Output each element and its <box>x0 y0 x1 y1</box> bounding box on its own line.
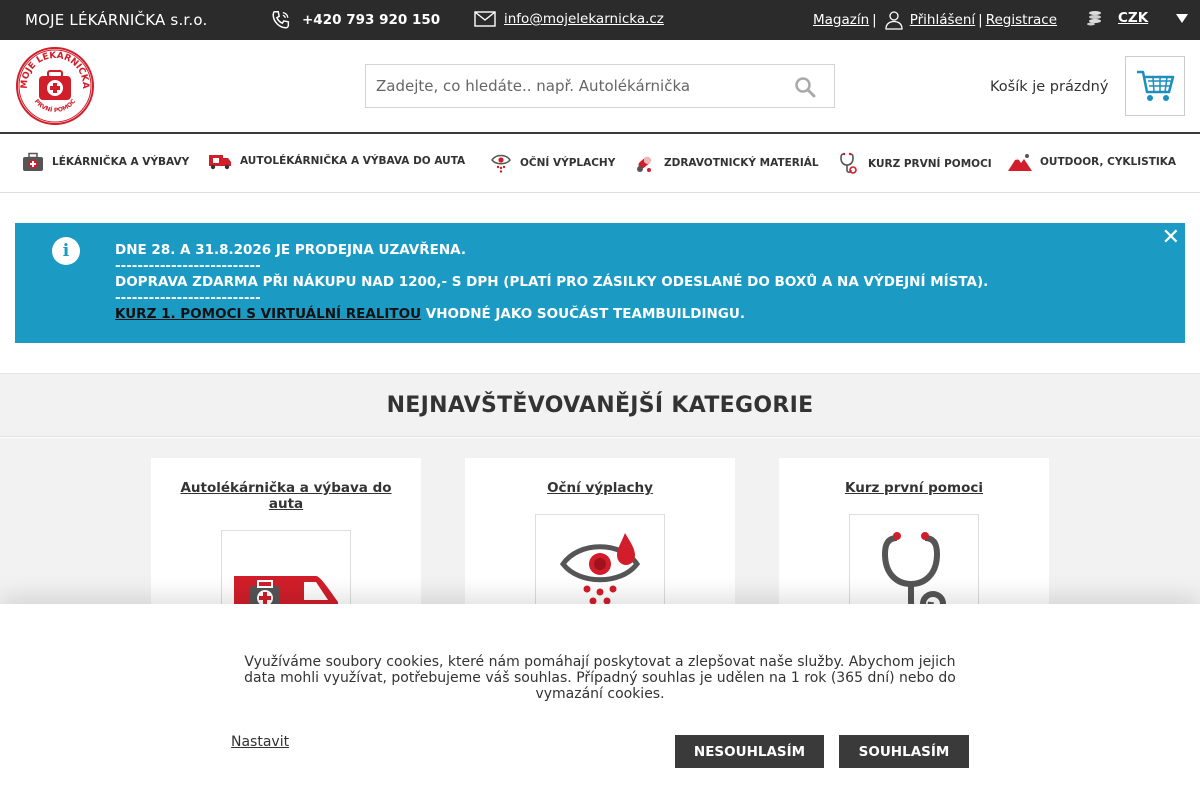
search-box <box>365 64 835 108</box>
company-name: MOJE LÉKÁRNIČKA s.r.o. <box>25 11 208 29</box>
nav-label: Outdoor, cyklistika <box>1040 156 1177 168</box>
eye-wash-icon <box>491 154 511 173</box>
banner-divider: -------------------------- <box>115 290 261 306</box>
nav-item-eye-wash[interactable]: Oční výplachy <box>490 152 615 174</box>
category-title[interactable]: Kurz první pomoci <box>804 480 1024 496</box>
chevron-down-icon <box>1176 13 1189 23</box>
nav-label: Oční výplachy <box>520 157 616 169</box>
category-card[interactable]: Kurz první pomoci <box>779 458 1049 644</box>
banner-line-rest: VHODNÉ JAKO SOUČÁST TEAMBUILDINGU. <box>421 306 745 322</box>
separator: | <box>978 12 983 28</box>
magazine-link[interactable]: Magazín <box>813 12 869 28</box>
disagree-button[interactable]: NESOUHLASÍM <box>675 735 824 768</box>
banner-line: DOPRAVA ZDARMA PŘI NÁKUPU NAD 1200,- S D… <box>115 274 989 290</box>
banner-line: DNE 28. A 31.8.2026 JE PRODEJNA UZAVŘENA… <box>115 242 466 258</box>
stethoscope-icon <box>840 152 857 174</box>
shopping-cart-icon <box>1137 70 1175 101</box>
nav-item-first-aid-course[interactable]: Kurz první pomoci <box>838 152 992 176</box>
search-icon[interactable] <box>794 76 816 98</box>
cookie-consent-bar: Využíváme soubory cookies, které nám pom… <box>0 604 1200 800</box>
info-icon: i <box>52 237 80 265</box>
coins-icon <box>1087 11 1101 26</box>
category-title[interactable]: Autolékárnička a výbava do auta <box>176 480 396 512</box>
first-aid-kit-icon <box>23 152 43 171</box>
currency-selector[interactable]: CZK <box>1086 10 1189 26</box>
nav-item-medical-supplies[interactable]: Zdravotnický materiál <box>634 152 819 174</box>
register-link[interactable]: Registrace <box>986 12 1057 28</box>
close-icon[interactable]: ✕ <box>1162 225 1180 250</box>
nav-label: Kurz první pomoci <box>868 158 992 170</box>
currency-value: CZK <box>1118 10 1149 26</box>
main-navigation: Lékárnička a výbavy Autolékárnička a výb… <box>0 135 1200 193</box>
category-card[interactable]: Oční výplachy <box>465 458 735 644</box>
phone-contact[interactable]: +420 793 920 150 <box>270 9 440 31</box>
agree-button[interactable]: SOUHLASÍM <box>839 735 969 768</box>
nav-item-outdoor[interactable]: Outdoor, cyklistika <box>1008 152 1176 172</box>
envelope-icon <box>474 11 496 27</box>
pills-icon <box>637 156 651 172</box>
user-links: Magazín | Přihlášení | Registrace <box>813 10 1057 30</box>
category-card[interactable]: Autolékárnička a výbava do auta <box>151 458 421 660</box>
banner-text: DNE 28. A 31.8.2026 JE PRODEJNA UZAVŘENA… <box>115 242 988 322</box>
nav-label: Zdravotnický materiál <box>664 157 819 169</box>
email-contact[interactable]: info@mojelekarnicka.cz <box>474 11 664 27</box>
search-input[interactable] <box>366 65 766 107</box>
nav-label: Lékárnička a výbavy <box>52 156 190 168</box>
phone-number: +420 793 920 150 <box>302 12 441 28</box>
site-logo[interactable]: MOJE LÉKÁRNIČKA PRVNÍ POMOC <box>15 46 95 126</box>
mountain-icon <box>1008 154 1032 171</box>
nav-item-first-aid-kits[interactable]: Lékárnička a výbavy <box>22 152 189 172</box>
nav-label: Autolékárnička a výbava do auta <box>240 155 466 167</box>
user-icon <box>885 11 903 30</box>
info-banner: i ✕ DNE 28. A 31.8.2026 JE PRODEJNA UZAV… <box>15 223 1185 343</box>
cookie-settings-link[interactable]: Nastavit <box>231 734 289 750</box>
section-title: NEJNAVŠTĚVOVANĚJŠÍ KATEGORIE <box>386 393 814 418</box>
phone-icon <box>272 11 290 29</box>
nav-item-car-kits[interactable]: Autolékárnička a výbava do auta <box>208 152 465 170</box>
course-link[interactable]: KURZ 1. POMOCI S VIRTUÁLNÍ REALITOU <box>115 306 421 322</box>
banner-divider: -------------------------- <box>115 258 261 274</box>
cart-button[interactable] <box>1125 56 1185 116</box>
site-header: MOJE LÉKÁRNIČKA PRVNÍ POMOC Košík je prá… <box>0 40 1200 134</box>
cart-status[interactable]: Košík je prázdný <box>990 79 1108 95</box>
categories-header: NEJNAVŠTĚVOVANĚJŠÍ KATEGORIE <box>0 373 1200 437</box>
category-title[interactable]: Oční výplachy <box>490 480 710 496</box>
separator: | <box>872 12 877 28</box>
login-link[interactable]: Přihlášení <box>910 12 975 28</box>
banner-line: KURZ 1. POMOCI S VIRTUÁLNÍ REALITOU VHOD… <box>115 306 988 322</box>
cookie-message: Využíváme soubory cookies, které nám pom… <box>244 654 956 702</box>
ambulance-icon <box>209 155 231 170</box>
top-bar: MOJE LÉKÁRNIČKA s.r.o. +420 793 920 150 … <box>0 0 1200 40</box>
email-address: info@mojelekarnicka.cz <box>504 11 664 27</box>
